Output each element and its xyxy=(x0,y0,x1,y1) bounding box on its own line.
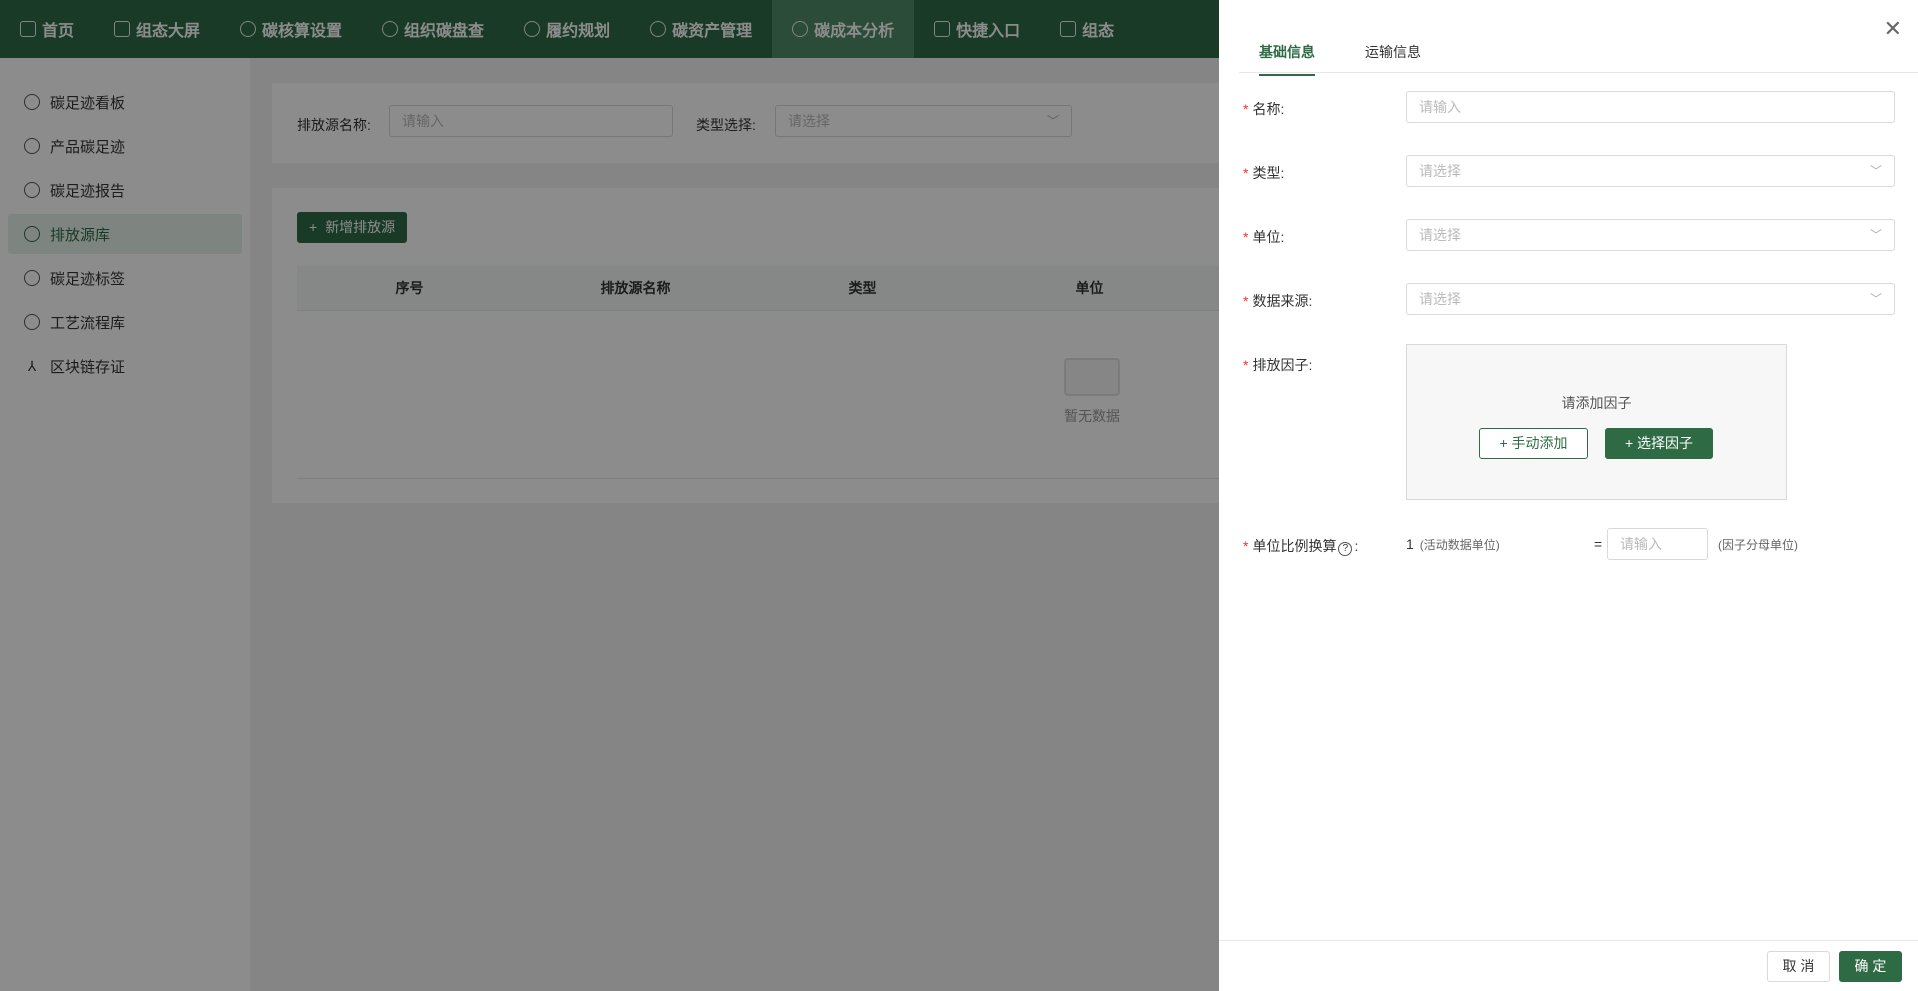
unit-field-label: * 单位: xyxy=(1243,229,1285,245)
factor-hint: 请添加因子 xyxy=(1561,395,1632,411)
drawer-tabs: 基础信息 运输信息 xyxy=(1259,42,1471,76)
chevron-down-icon: ﹀ xyxy=(1869,228,1882,242)
factor-field-label: * 排放因子: xyxy=(1243,357,1313,373)
ratio-input[interactable]: 请输入 xyxy=(1607,528,1708,560)
ratio-field-label: * 单位比例换算?: xyxy=(1243,538,1359,556)
type-field-select[interactable]: 请选择 ﹀ xyxy=(1406,155,1895,187)
unit-field-select[interactable]: 请选择 ﹀ xyxy=(1406,219,1895,251)
plus-icon: + xyxy=(1499,435,1512,451)
cancel-button[interactable]: 取 消 xyxy=(1767,951,1830,982)
confirm-button[interactable]: 确 定 xyxy=(1839,951,1902,982)
close-icon[interactable]: ✕ xyxy=(1884,16,1902,42)
tab-transport-info[interactable]: 运输信息 xyxy=(1365,42,1421,76)
plus-icon: + xyxy=(1624,435,1638,451)
question-circle-icon[interactable]: ? xyxy=(1338,542,1353,556)
add-emission-source-drawer: ✕ 基础信息 运输信息 * 名称: 请输入 * 类型: 请选择 ﹀ * 单位: 请选择 ﹀… xyxy=(1219,0,1918,991)
name-field-label: * 名称: xyxy=(1243,101,1285,117)
ratio-equals: = xyxy=(1594,536,1603,552)
name-field-input[interactable]: 请输入 xyxy=(1406,91,1895,123)
type-field-label: * 类型: xyxy=(1243,165,1285,181)
select-factor-button[interactable]: + 选择因子 xyxy=(1605,428,1713,459)
chevron-down-icon: ﹀ xyxy=(1869,292,1882,306)
drawer-footer: 取 消 确 定 xyxy=(1219,940,1918,991)
manual-add-button[interactable]: + 手动添加 xyxy=(1479,428,1588,459)
chevron-down-icon: ﹀ xyxy=(1869,164,1882,178)
tabs-divider xyxy=(1239,72,1918,73)
factor-panel: 请添加因子 + 手动添加 + 选择因子 xyxy=(1406,344,1787,500)
source-field-label: * 数据来源: xyxy=(1243,293,1313,309)
ratio-left: 1 (活动数据单位) xyxy=(1406,536,1500,552)
factor-unit-label: (因子分母单位) xyxy=(1718,538,1798,552)
tab-basic-info[interactable]: 基础信息 xyxy=(1259,42,1315,76)
source-field-select[interactable]: 请选择 ﹀ xyxy=(1406,283,1895,315)
